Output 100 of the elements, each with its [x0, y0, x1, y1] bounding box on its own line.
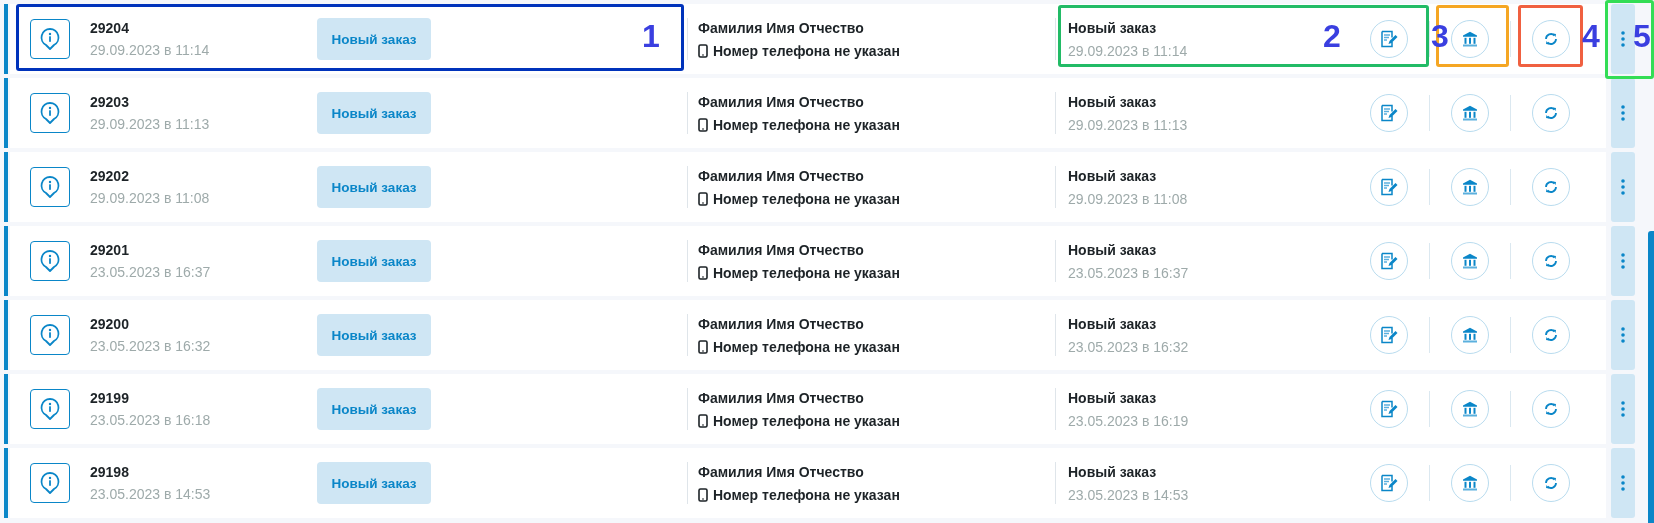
status-date: 29.09.2023 в 11:13 [1068, 116, 1188, 133]
order-date: 29.09.2023 в 11:08 [90, 190, 210, 206]
order-number: 29202 [90, 168, 129, 184]
refresh-button[interactable] [1532, 464, 1570, 502]
more-vertical-icon [1621, 253, 1625, 269]
requisites-button[interactable] [1451, 390, 1489, 428]
order-number: 29203 [90, 94, 129, 110]
status-badge: Новый заказ [317, 462, 431, 504]
phone-icon [698, 265, 708, 280]
refresh-icon [1543, 179, 1559, 195]
phone-text: Номер телефона не указан [713, 264, 900, 281]
status-date: 23.05.2023 в 14:53 [1068, 486, 1189, 503]
order-number: 29204 [90, 20, 129, 36]
info-button[interactable] [30, 19, 70, 59]
refresh-button[interactable] [1532, 316, 1570, 354]
info-button[interactable] [30, 463, 70, 503]
status-title: Новый заказ [1068, 241, 1157, 258]
status-title: Новый заказ [1068, 19, 1157, 36]
phone-icon [698, 413, 708, 428]
row-accent-bar [4, 226, 8, 296]
status-title: Новый заказ [1068, 389, 1157, 406]
more-vertical-icon [1621, 475, 1625, 491]
info-pin-icon [39, 323, 61, 347]
client-name: Фамилия Имя Отчество [698, 241, 864, 258]
annotation-number: 2 [1323, 20, 1341, 52]
order-number: 29201 [90, 242, 129, 258]
status-badge: Новый заказ [317, 314, 431, 356]
refresh-icon [1543, 401, 1559, 417]
phone-icon [698, 191, 708, 206]
edit-button[interactable] [1370, 94, 1408, 132]
status-date: 23.05.2023 в 16:32 [1068, 338, 1189, 355]
order-date: 23.05.2023 в 16:37 [90, 264, 211, 280]
info-button[interactable] [30, 389, 70, 429]
refresh-icon [1543, 253, 1559, 269]
info-button[interactable] [30, 167, 70, 207]
refresh-button[interactable] [1532, 242, 1570, 280]
bank-building-icon [1462, 327, 1478, 343]
order-date: 23.05.2023 в 16:32 [90, 338, 211, 354]
info-pin-icon [39, 471, 61, 495]
status-date: 29.09.2023 в 11:14 [1068, 42, 1188, 59]
requisites-button[interactable] [1451, 168, 1489, 206]
info-pin-icon [39, 397, 61, 421]
refresh-button[interactable] [1532, 390, 1570, 428]
requisites-button[interactable] [1451, 242, 1489, 280]
phone-text: Номер телефона не указан [713, 190, 900, 207]
info-pin-icon [39, 27, 61, 51]
status-badge: Новый заказ [317, 92, 431, 134]
document-edit-icon [1380, 104, 1398, 122]
status-date: 23.05.2023 в 16:37 [1068, 264, 1189, 281]
phone-text: Номер телефона не указан [713, 486, 900, 503]
document-edit-icon [1380, 474, 1398, 492]
status-badge: Новый заказ [317, 166, 431, 208]
requisites-button[interactable] [1451, 316, 1489, 354]
phone-icon [698, 117, 708, 132]
info-button[interactable] [30, 93, 70, 133]
order-number: 29198 [90, 464, 129, 480]
annotation-number: 5 [1633, 20, 1651, 52]
scrollbar[interactable] [1648, 231, 1654, 523]
bank-building-icon [1462, 401, 1478, 417]
row-accent-bar [4, 448, 8, 518]
edit-button[interactable] [1370, 242, 1408, 280]
bank-building-icon [1462, 31, 1478, 47]
order-date: 29.09.2023 в 11:13 [90, 116, 210, 132]
document-edit-icon [1380, 30, 1398, 48]
edit-button[interactable] [1370, 168, 1408, 206]
edit-button[interactable] [1370, 464, 1408, 502]
refresh-icon [1543, 105, 1559, 121]
status-title: Новый заказ [1068, 167, 1157, 184]
status-title: Новый заказ [1068, 463, 1157, 480]
refresh-button[interactable] [1532, 94, 1570, 132]
client-name: Фамилия Имя Отчество [698, 463, 864, 480]
phone-icon [698, 487, 708, 502]
edit-button[interactable] [1370, 390, 1408, 428]
phone-icon [698, 43, 708, 58]
more-vertical-icon [1621, 31, 1625, 47]
requisites-button[interactable] [1451, 464, 1489, 502]
bank-building-icon [1462, 475, 1478, 491]
order-date: 23.05.2023 в 16:18 [90, 412, 211, 428]
info-button[interactable] [30, 241, 70, 281]
phone-text: Номер телефона не указан [713, 338, 900, 355]
client-name: Фамилия Имя Отчество [698, 19, 864, 36]
edit-button[interactable] [1370, 316, 1408, 354]
refresh-button[interactable] [1532, 168, 1570, 206]
row-accent-bar [4, 374, 8, 444]
annotation-number: 1 [642, 20, 660, 52]
phone-text: Номер телефона не указан [713, 412, 900, 429]
client-name: Фамилия Имя Отчество [698, 315, 864, 332]
bank-building-icon [1462, 253, 1478, 269]
phone-text: Номер телефона не указан [713, 116, 900, 133]
row-accent-bar [4, 300, 8, 370]
edit-button[interactable] [1370, 20, 1408, 58]
status-title: Новый заказ [1068, 315, 1157, 332]
info-pin-icon [39, 101, 61, 125]
refresh-button[interactable] [1532, 20, 1570, 58]
status-title: Новый заказ [1068, 93, 1157, 110]
info-pin-icon [39, 175, 61, 199]
phone-icon [698, 339, 708, 354]
info-button[interactable] [30, 315, 70, 355]
requisites-button[interactable] [1451, 94, 1489, 132]
requisites-button[interactable] [1451, 20, 1489, 58]
